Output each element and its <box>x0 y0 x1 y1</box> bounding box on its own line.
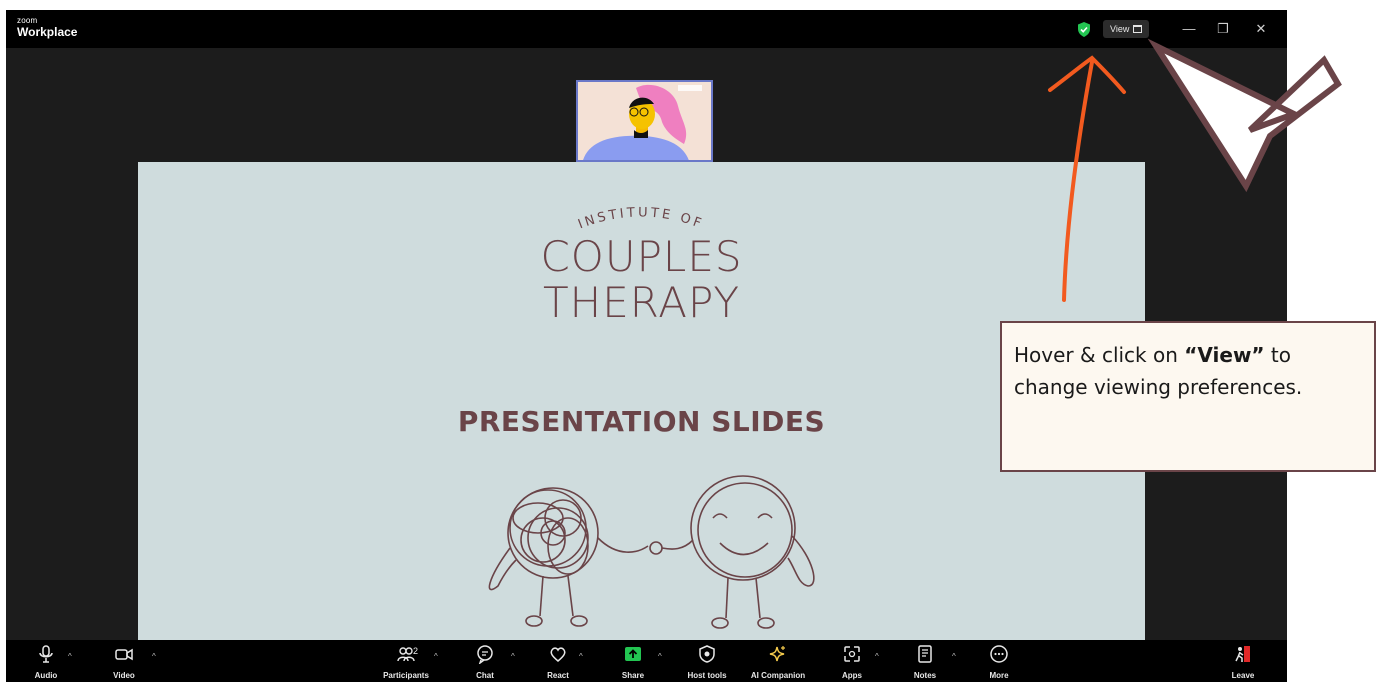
brand-small: zoom <box>17 16 38 25</box>
share-label: Share <box>621 671 645 680</box>
couple-doodle-illustration <box>488 475 815 629</box>
audio-button[interactable]: Audio <box>11 644 81 680</box>
host-tools-button[interactable]: Host tools <box>672 644 742 680</box>
chat-icon <box>477 645 493 664</box>
share-arrow-icon <box>625 647 641 661</box>
participants-label: Participants <box>383 671 429 680</box>
react-label: React <box>547 671 569 680</box>
view-label: View <box>1110 24 1130 34</box>
title-line-couples: COUPLES <box>540 232 743 281</box>
video-camera-icon <box>115 648 133 661</box>
notes-icon <box>918 645 932 663</box>
title-line-therapy: THERAPY <box>542 278 741 327</box>
notes-label: Notes <box>913 671 937 680</box>
more-icon <box>990 645 1008 663</box>
leave-label: Leave <box>1231 671 1255 680</box>
chat-label: Chat <box>476 671 494 680</box>
title-bar: zoom Workplace View — ❐ ✕ <box>6 10 1287 48</box>
callout-text-pre: Hover & click on <box>1014 343 1185 367</box>
audio-label: Audio <box>34 671 58 680</box>
meeting-toolbar: Audio ^ Video ^ Participants 2 ^ Chat ^ … <box>6 640 1287 682</box>
institute-text: INSTITUTE OF <box>576 205 703 232</box>
close-button[interactable]: ✕ <box>1251 20 1271 38</box>
react-button[interactable]: React <box>523 644 593 680</box>
host-tools-label: Host tools <box>687 671 727 680</box>
notes-button[interactable]: Notes <box>890 644 960 680</box>
avatar-illustration <box>578 82 711 160</box>
microphone-icon <box>39 645 53 663</box>
apps-options-caret[interactable]: ^ <box>875 652 879 661</box>
apps-icon <box>844 646 860 662</box>
slide-title: COUPLES THERAPY <box>138 234 1145 326</box>
view-grid-icon <box>1133 25 1143 33</box>
ai-companion-button[interactable]: AI Companion <box>743 644 813 680</box>
sparkle-icon <box>769 646 785 662</box>
share-options-caret[interactable]: ^ <box>658 652 662 661</box>
view-button[interactable]: View <box>1103 20 1149 38</box>
participants-button[interactable]: Participants <box>371 644 441 680</box>
shared-slide: INSTITUTE OF COUPLES THERAPY PRESENTATIO… <box>138 162 1145 682</box>
instruction-callout: Hover & click on “View” to change viewin… <box>1000 321 1376 472</box>
participants-options-caret[interactable]: ^ <box>434 652 438 661</box>
video-button[interactable]: Video <box>89 644 159 680</box>
chat-options-caret[interactable]: ^ <box>511 652 515 661</box>
brand-large: Workplace <box>17 25 78 39</box>
encryption-shield-icon[interactable] <box>1077 22 1091 37</box>
minimize-button[interactable]: — <box>1179 20 1199 38</box>
more-label: More <box>989 671 1009 680</box>
heart-icon <box>550 647 566 662</box>
more-button[interactable]: More <box>964 644 1034 680</box>
svg-text:INSTITUTE OF: INSTITUTE OF <box>576 205 706 232</box>
restore-button[interactable]: ❐ <box>1213 20 1233 38</box>
callout-highlight: “View” <box>1184 343 1265 367</box>
shield-icon <box>699 645 715 663</box>
participant-video-thumbnail[interactable] <box>576 80 713 162</box>
notes-options-caret[interactable]: ^ <box>952 652 956 661</box>
video-options-caret[interactable]: ^ <box>152 652 156 661</box>
ai-companion-label: AI Companion <box>750 671 806 680</box>
large-cursor-arrow-icon <box>1148 38 1342 193</box>
react-options-caret[interactable]: ^ <box>579 652 583 661</box>
orange-pointer-arrow <box>1048 55 1126 302</box>
chat-button[interactable]: Chat <box>450 644 520 680</box>
video-label: Video <box>113 671 135 680</box>
zoom-workplace-logo: zoom Workplace <box>17 16 78 39</box>
leave-icon <box>1235 646 1250 662</box>
share-button[interactable]: Share <box>598 644 668 680</box>
slide-subtitle: PRESENTATION SLIDES <box>457 405 826 438</box>
leave-button[interactable]: Leave <box>1208 644 1278 680</box>
participants-count: 2 <box>413 646 419 656</box>
apps-button[interactable]: Apps <box>817 644 887 680</box>
apps-label: Apps <box>842 671 862 680</box>
audio-options-caret[interactable]: ^ <box>68 652 72 661</box>
